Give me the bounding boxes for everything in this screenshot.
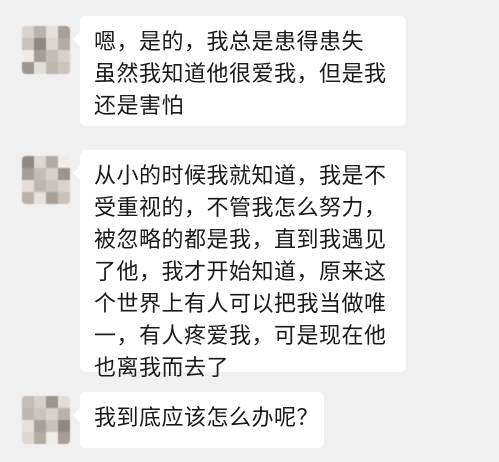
avatar-pixel (34, 432, 46, 444)
avatar-pixel (46, 180, 58, 192)
avatar-pixel (58, 432, 70, 444)
avatar-pixel (46, 156, 58, 168)
message-text-line: 还是害怕 (94, 94, 185, 119)
avatar-pixel (34, 26, 46, 38)
avatar-pixel (34, 396, 46, 408)
avatar-pixel (34, 50, 46, 62)
avatar-pixel (58, 420, 70, 432)
avatar-pixel (34, 408, 46, 420)
avatar-pixel (46, 432, 58, 444)
avatar-pixel (22, 168, 34, 180)
avatar-pixel (22, 408, 34, 420)
avatar-pixel (58, 192, 70, 204)
avatar-pixel (58, 38, 70, 50)
message-bubble: 嗯，是的，我总是患得患失 虽然我知道他很爱我，但是我 还是害怕 (73, 16, 406, 126)
avatar-pixel (34, 192, 46, 204)
avatar-pixel (46, 50, 58, 62)
avatar[interactable] (22, 396, 70, 444)
message-text-line: 我到底应该怎么办呢？ (94, 406, 320, 431)
avatar-pixel (46, 396, 58, 408)
avatar-pixel (46, 38, 58, 50)
message-text-line: 也离我而去了 (94, 356, 230, 381)
avatar[interactable] (22, 156, 70, 204)
avatar-pixel (46, 408, 58, 420)
message-text-line: 被忽略的都是我，直到我遇见 (94, 228, 387, 253)
avatar[interactable] (22, 26, 70, 74)
avatar-pixel (58, 50, 70, 62)
avatar-pixel (34, 180, 46, 192)
message-text-line: 一，有人疼爱我，可是现在他 (94, 324, 387, 349)
message-bubble: 从小的时候我就知道，我是不 受重视的，不管我怎么努力， 被忽略的都是我，直到我遇… (73, 150, 406, 381)
avatar-pixel (22, 420, 34, 432)
avatar-pixel (22, 62, 34, 74)
message-text-line: 受重视的，不管我怎么努力， (94, 196, 387, 221)
avatar-pixel (46, 168, 58, 180)
avatar-pixel (58, 396, 70, 408)
message-text-line: 个世界上有人可以把我当做唯 (94, 292, 387, 317)
avatar-pixel (58, 62, 70, 74)
avatar-pixel (58, 180, 70, 192)
avatar-pixel (46, 192, 58, 204)
message-text-line: 了他，我才开始知道，原来这 (94, 260, 387, 285)
message-bubble: 我到底应该怎么办呢？ (73, 392, 324, 448)
message-text-line: 从小的时候我就知道，我是不 (94, 164, 387, 189)
chat-screen: { "messages": [ { "sender": "other", "li… (0, 0, 499, 462)
avatar-pixel (58, 156, 70, 168)
avatar-pixel (34, 62, 46, 74)
avatar-pixel (58, 408, 70, 420)
avatar-pixel (22, 192, 34, 204)
avatar-pixel (34, 420, 46, 432)
avatar-pixel (34, 168, 46, 180)
avatar-pixel (34, 38, 46, 50)
avatar-pixel (34, 156, 46, 168)
avatar-pixel (22, 396, 34, 408)
message-text-line: 嗯，是的，我总是患得患失 (94, 30, 365, 55)
avatar-pixel (46, 420, 58, 432)
avatar-pixel (58, 168, 70, 180)
avatar-pixel (22, 432, 34, 444)
avatar-pixel (22, 26, 34, 38)
avatar-pixel (46, 26, 58, 38)
avatar-pixel (58, 26, 70, 38)
avatar-pixel (22, 180, 34, 192)
avatar-pixel (22, 50, 34, 62)
avatar-pixel (22, 156, 34, 168)
message-text-line: 虽然我知道他很爱我，但是我 (94, 62, 387, 87)
avatar-pixel (22, 38, 34, 50)
avatar-pixel (46, 62, 58, 74)
